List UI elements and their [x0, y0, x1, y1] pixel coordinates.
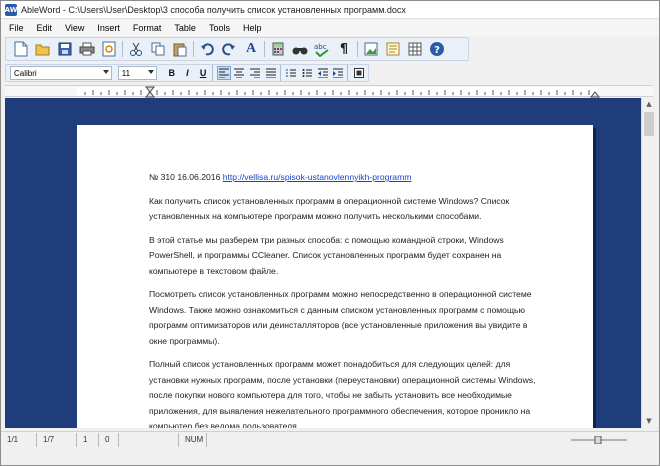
- scroll-thumb[interactable]: [644, 112, 654, 136]
- decrease-indent-button[interactable]: [316, 66, 330, 80]
- font-name-select[interactable]: Calibri: [10, 66, 112, 80]
- bullet-list-button[interactable]: [300, 66, 314, 80]
- document-page[interactable]: № 310 16.06.2016 http://vellisa.ru/spiso…: [77, 125, 593, 428]
- increase-indent-button[interactable]: [332, 66, 346, 80]
- menu-view[interactable]: View: [65, 23, 84, 33]
- page-layout-icon[interactable]: [384, 40, 402, 58]
- app-logo-icon: AW: [4, 3, 18, 16]
- undo-icon[interactable]: [198, 40, 216, 58]
- app-window: AW AbleWord - C:\Users\User\Desktop\3 сп…: [0, 0, 660, 466]
- format-toolbar: Calibri 11 B I U: [5, 64, 369, 82]
- decrease-indent-icon: [317, 68, 328, 78]
- window-title: AbleWord - C:\Users\User\Desktop\3 спосо…: [21, 4, 406, 15]
- numbered-list-icon: [286, 69, 297, 77]
- toolbar-separator: [211, 65, 213, 81]
- document-paragraph: Посмотреть список установленных программ…: [149, 289, 532, 346]
- standard-toolbar: A abc ¶ ?: [5, 37, 469, 61]
- redo-icon[interactable]: [220, 40, 238, 58]
- save-icon[interactable]: [56, 40, 74, 58]
- toolbar-separator: [347, 65, 349, 81]
- toolbar-separator: [357, 41, 358, 57]
- status-page: 1/1: [1, 432, 37, 447]
- document-paragraph: Как получить список установленных програ…: [149, 195, 510, 222]
- print-preview-icon[interactable]: [100, 40, 118, 58]
- bold-button[interactable]: B: [165, 66, 179, 80]
- align-center-icon: [234, 68, 245, 78]
- right-indent-marker: [589, 91, 601, 98]
- status-bar: 1/1 1/7 1 0 NUM: [1, 431, 659, 447]
- menu-format[interactable]: Format: [133, 23, 162, 33]
- document-paragraph: В этой статье мы разберем три разных спо…: [149, 234, 504, 276]
- menu-file[interactable]: File: [9, 23, 24, 33]
- font-size-select[interactable]: 11: [117, 66, 157, 80]
- chevron-down-icon: [147, 70, 154, 74]
- spell-check-icon[interactable]: abc: [313, 40, 331, 58]
- menu-bar: File Edit View Insert Format Table Tools…: [1, 20, 659, 36]
- status-num-lock: NUM: [179, 432, 207, 447]
- scroll-down-icon[interactable]: ▼: [643, 415, 655, 427]
- align-right-icon: [250, 68, 261, 78]
- zoom-slider[interactable]: [569, 436, 629, 444]
- justify-icon: [265, 68, 276, 78]
- toolbar-separator: [193, 41, 194, 57]
- font-size-value: 11: [121, 68, 131, 78]
- document-paragraph: № 310 16.06.2016 http://vellisa.ru/spiso…: [149, 170, 543, 186]
- print-icon[interactable]: [78, 40, 96, 58]
- zoom-slider-thumb: [594, 436, 602, 444]
- vertical-scrollbar[interactable]: ▲ ▼: [641, 98, 655, 428]
- chevron-down-icon: [102, 70, 109, 74]
- menu-insert[interactable]: Insert: [97, 23, 120, 33]
- insert-image-icon[interactable]: [362, 40, 380, 58]
- align-left-icon: [218, 68, 229, 78]
- justify-button[interactable]: [264, 66, 278, 80]
- align-center-button[interactable]: [233, 66, 247, 80]
- underline-button[interactable]: U: [196, 66, 210, 80]
- document-header-text: № 310 16.06.2016: [149, 172, 223, 182]
- cut-icon[interactable]: [127, 40, 145, 58]
- italic-button[interactable]: I: [181, 66, 195, 80]
- copy-icon[interactable]: [149, 40, 167, 58]
- status-column: 1: [77, 432, 99, 447]
- menu-tools[interactable]: Tools: [209, 23, 230, 33]
- toolbar-separator: [279, 65, 281, 81]
- open-folder-icon[interactable]: [34, 40, 52, 58]
- new-document-icon[interactable]: [12, 40, 30, 58]
- insert-table-icon[interactable]: [406, 40, 424, 58]
- status-section: 1/7: [37, 432, 77, 447]
- status-empty: [119, 432, 179, 447]
- bullet-list-icon: [302, 69, 313, 77]
- ruler-ticks: [84, 86, 601, 98]
- status-line: 0: [99, 432, 119, 447]
- horizontal-ruler[interactable]: [5, 85, 653, 98]
- align-right-button[interactable]: [248, 66, 262, 80]
- document-area[interactable]: № 310 16.06.2016 http://vellisa.ru/spiso…: [5, 98, 641, 428]
- increase-indent-icon: [333, 68, 344, 78]
- left-indent-marker: [144, 91, 156, 98]
- align-left-button[interactable]: [216, 66, 231, 80]
- toolbar-separator: [122, 41, 123, 57]
- spell-check-label: abc: [314, 43, 327, 51]
- page-break-icon: [354, 68, 365, 78]
- scroll-up-icon[interactable]: ▲: [643, 98, 655, 110]
- find-icon[interactable]: [291, 40, 309, 58]
- document-paragraph: Полный список установленных программ мож…: [149, 359, 536, 428]
- paragraph-mark-icon[interactable]: ¶: [335, 40, 353, 58]
- menu-table[interactable]: Table: [174, 23, 196, 33]
- menu-edit[interactable]: Edit: [37, 23, 53, 33]
- menu-help[interactable]: Help: [243, 23, 262, 33]
- font-name-value: Calibri: [14, 68, 37, 78]
- font-icon[interactable]: A: [242, 40, 260, 58]
- document-link[interactable]: http://vellisa.ru/spisok-ustanovlennyikh…: [223, 172, 412, 182]
- help-icon-label: ?: [434, 45, 440, 56]
- page-break-button[interactable]: [352, 66, 366, 80]
- numbered-list-button[interactable]: [285, 66, 299, 80]
- title-bar: AW AbleWord - C:\Users\User\Desktop\3 сп…: [1, 1, 659, 19]
- paste-icon[interactable]: [171, 40, 189, 58]
- help-icon[interactable]: ?: [428, 40, 446, 58]
- calculator-icon[interactable]: [269, 40, 287, 58]
- toolbar-separator: [264, 41, 265, 57]
